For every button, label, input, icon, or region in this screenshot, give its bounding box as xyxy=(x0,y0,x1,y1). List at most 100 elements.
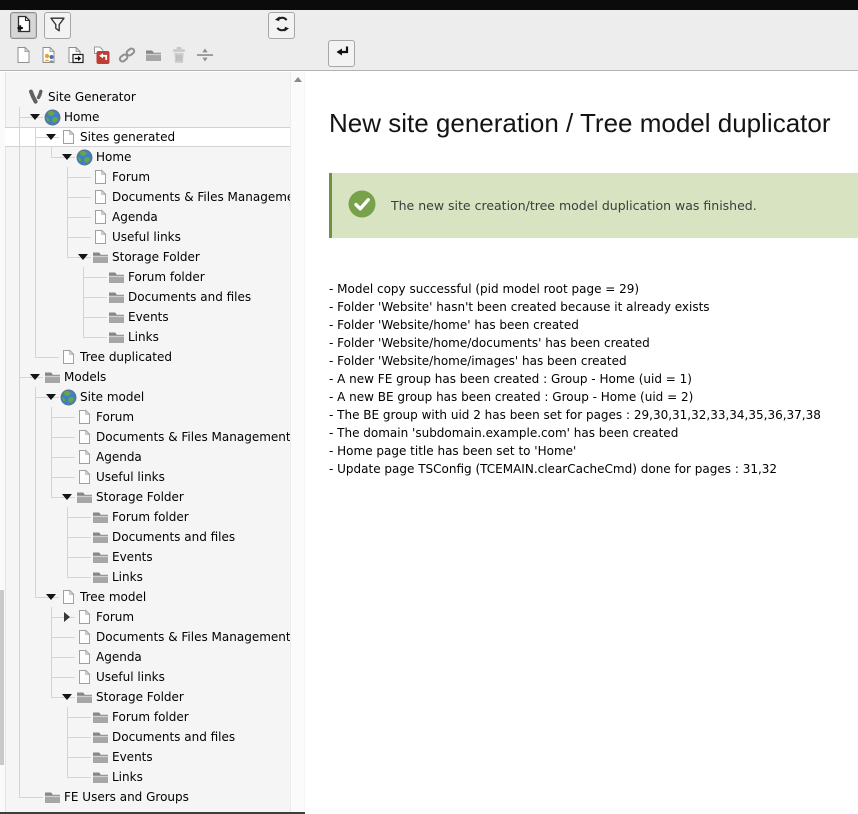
tree-item-forum-folder[interactable]: Forum folder xyxy=(5,507,291,527)
tree-item-forum[interactable]: Forum xyxy=(5,407,291,427)
tree-item-links[interactable]: Links xyxy=(5,327,291,347)
tree-item-events[interactable]: Events xyxy=(5,547,291,567)
tree-item-agenda[interactable]: Agenda xyxy=(5,447,291,467)
collapse-arrow-icon[interactable] xyxy=(30,374,40,380)
scroll-up-arrow-icon[interactable] xyxy=(293,77,302,82)
page-icon[interactable] xyxy=(91,229,109,245)
tree-item-documents-files-management[interactable]: Documents & Files Management xyxy=(5,187,291,207)
page-icon[interactable] xyxy=(75,629,93,645)
page-icon[interactable] xyxy=(75,469,93,485)
tree-item-fe-users-and-groups[interactable]: FE Users and Groups xyxy=(5,787,291,807)
folder-icon[interactable] xyxy=(75,689,93,705)
tree-item-agenda[interactable]: Agenda xyxy=(5,647,291,667)
return-button[interactable] xyxy=(328,40,355,67)
folder-icon[interactable] xyxy=(75,489,93,505)
folder-icon[interactable] xyxy=(43,789,61,805)
page-content-icon[interactable] xyxy=(40,45,58,65)
page-icon[interactable] xyxy=(75,429,93,445)
refresh-button[interactable] xyxy=(268,12,295,39)
collapse-arrow-icon[interactable] xyxy=(62,494,72,500)
tree-item-home[interactable]: Home xyxy=(5,147,291,167)
page-icon[interactable] xyxy=(59,349,77,365)
folder-icon[interactable] xyxy=(107,329,125,345)
new-page-button[interactable] xyxy=(10,12,37,39)
page-shortcut-icon[interactable] xyxy=(66,45,84,65)
globe-icon[interactable] xyxy=(43,109,61,125)
tree-item-links[interactable]: Links xyxy=(5,567,291,587)
typo3-icon[interactable] xyxy=(27,89,45,105)
tree-item-tree-duplicated[interactable]: Tree duplicated xyxy=(5,347,291,367)
trash-icon[interactable] xyxy=(170,45,188,65)
folder-icon[interactable] xyxy=(91,729,109,745)
page-insert-red-icon[interactable] xyxy=(92,45,110,65)
folder-icon[interactable] xyxy=(107,309,125,325)
tree-item-documents-files-management[interactable]: Documents & Files Management xyxy=(5,427,291,447)
tree-item-agenda[interactable]: Agenda xyxy=(5,207,291,227)
collapse-arrow-icon[interactable] xyxy=(78,254,88,260)
tree-item-site-model[interactable]: Site model xyxy=(5,387,291,407)
tree-item-tree-model[interactable]: Tree model xyxy=(5,587,291,607)
tree-item-useful-links[interactable]: Useful links xyxy=(5,667,291,687)
page-icon[interactable] xyxy=(75,649,93,665)
tree-item-useful-links[interactable]: Useful links xyxy=(5,467,291,487)
scrollbar-thumb[interactable] xyxy=(0,590,4,765)
tree-item-forum[interactable]: Forum xyxy=(5,167,291,187)
page-icon[interactable] xyxy=(75,609,93,625)
tree-item-models[interactable]: Models xyxy=(5,367,291,387)
filter-button[interactable] xyxy=(44,12,71,39)
page-icon[interactable] xyxy=(91,169,109,185)
page-icon[interactable] xyxy=(59,589,77,605)
collapse-arrow-icon[interactable] xyxy=(46,134,56,140)
tree-item-forum[interactable]: Forum xyxy=(5,607,291,627)
tree-item-site-generator[interactable]: Site Generator xyxy=(5,87,291,107)
page-icon[interactable] xyxy=(91,189,109,205)
folder-icon[interactable] xyxy=(91,709,109,725)
page-icon[interactable] xyxy=(75,409,93,425)
page-icon[interactable] xyxy=(75,669,93,685)
folder-icon[interactable] xyxy=(91,529,109,545)
tree-item-documents-and-files[interactable]: Documents and files xyxy=(5,287,291,307)
collapse-arrow-icon[interactable] xyxy=(62,694,72,700)
page-icon[interactable] xyxy=(75,449,93,465)
tree-item-events[interactable]: Events xyxy=(5,307,291,327)
tree-item-documents-and-files[interactable]: Documents and files xyxy=(5,527,291,547)
folder-icon[interactable] xyxy=(43,369,61,385)
tree-item-storage-folder[interactable]: Storage Folder xyxy=(5,687,291,707)
tree-item-storage-folder[interactable]: Storage Folder xyxy=(5,487,291,507)
folder-icon[interactable] xyxy=(91,249,109,265)
tree-item-useful-links[interactable]: Useful links xyxy=(5,227,291,247)
new-page-icon xyxy=(15,15,32,36)
tree-item-forum-folder[interactable]: Forum folder xyxy=(5,707,291,727)
folder-icon[interactable] xyxy=(91,549,109,565)
expand-arrow-icon[interactable] xyxy=(64,612,70,622)
tree-item-forum-folder[interactable]: Forum folder xyxy=(5,267,291,287)
folder-icon[interactable] xyxy=(91,509,109,525)
tree-item-storage-folder[interactable]: Storage Folder xyxy=(5,247,291,267)
page-icon[interactable] xyxy=(59,129,77,145)
folder-icon[interactable] xyxy=(107,289,125,305)
collapse-arrow-icon[interactable] xyxy=(30,114,40,120)
collapse-arrow-icon[interactable] xyxy=(46,594,56,600)
page-icon[interactable] xyxy=(91,209,109,225)
folder-icon[interactable] xyxy=(91,769,109,785)
tree-item-sites-generated[interactable]: Sites generated xyxy=(5,127,291,147)
tree-item-label: Tree model xyxy=(80,590,147,604)
tree-item-documents-files-management[interactable]: Documents & Files Management xyxy=(5,627,291,647)
folder-icon[interactable] xyxy=(107,269,125,285)
tree-item-home[interactable]: Home xyxy=(5,107,291,127)
globe-icon[interactable] xyxy=(75,149,93,165)
collapse-arrow-icon[interactable] xyxy=(62,154,72,160)
separator-icon[interactable] xyxy=(196,45,214,65)
tree-item-links[interactable]: Links xyxy=(5,767,291,787)
collapse-arrow-icon[interactable] xyxy=(46,394,56,400)
link-icon[interactable] xyxy=(118,45,136,65)
folder-icon[interactable] xyxy=(144,45,162,65)
tree-item-label: Links xyxy=(112,770,143,784)
folder-icon[interactable] xyxy=(91,749,109,765)
tree-item-events[interactable]: Events xyxy=(5,747,291,767)
page-plain-icon[interactable] xyxy=(14,45,32,65)
tree-item-documents-and-files[interactable]: Documents and files xyxy=(5,727,291,747)
globe-icon[interactable] xyxy=(59,389,77,405)
folder-icon[interactable] xyxy=(91,569,109,585)
tree-right-scrollbar[interactable] xyxy=(290,72,304,812)
